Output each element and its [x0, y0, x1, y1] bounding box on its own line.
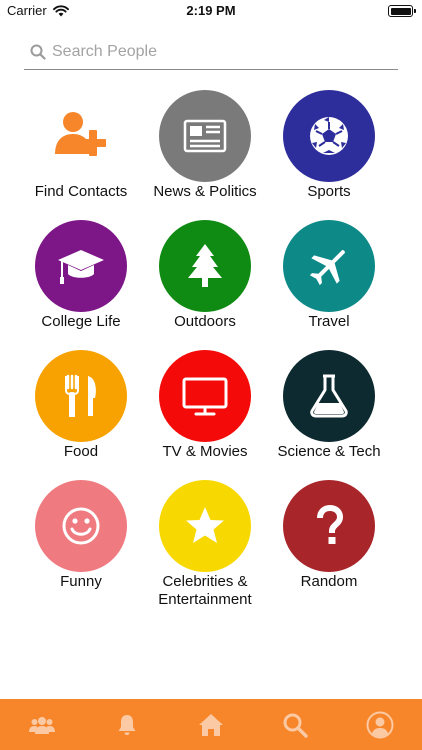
people-icon — [29, 716, 56, 734]
category-news-politics[interactable]: News & Politics — [143, 90, 267, 220]
category-label: News & Politics — [153, 183, 257, 200]
category-sports[interactable]: Sports — [267, 90, 391, 220]
smiley-icon — [35, 480, 127, 572]
category-label: Find Contacts — [34, 183, 128, 200]
pine-tree-icon — [159, 220, 251, 312]
airplane-icon — [283, 220, 375, 312]
tv-icon — [159, 350, 251, 442]
category-label: Travel — [308, 313, 350, 330]
category-tv-movies[interactable]: TV & Movies — [143, 350, 267, 480]
category-label: Funny — [60, 573, 102, 590]
category-funny[interactable]: Funny — [19, 480, 143, 610]
category-label: Outdoors — [174, 313, 236, 330]
tab-people[interactable] — [12, 699, 72, 750]
home-icon — [198, 713, 223, 736]
profile-icon — [366, 711, 394, 738]
category-label: Science & Tech — [277, 443, 381, 460]
category-label: Sports — [307, 183, 351, 200]
soccer-ball-icon — [283, 90, 375, 182]
graduation-cap-icon — [35, 220, 127, 312]
category-travel[interactable]: Travel — [267, 220, 391, 350]
search-icon — [30, 44, 46, 60]
category-label: Random — [300, 573, 358, 590]
tab-bar — [0, 699, 422, 750]
star-icon — [159, 480, 251, 572]
add-contact-icon — [35, 90, 127, 182]
tab-notifications[interactable] — [97, 699, 157, 750]
category-label: Food — [63, 443, 99, 460]
category-label: TV & Movies — [162, 443, 248, 460]
category-outdoors[interactable]: Outdoors — [143, 220, 267, 350]
category-find-contacts[interactable]: Find Contacts — [19, 90, 143, 220]
battery-icon — [388, 5, 416, 17]
category-random[interactable]: Random — [267, 480, 391, 610]
category-food[interactable]: Food — [19, 350, 143, 480]
tab-home[interactable] — [181, 699, 241, 750]
flask-icon — [283, 350, 375, 442]
clock: 2:19 PM — [186, 3, 236, 18]
bell-icon — [118, 714, 136, 735]
search-input[interactable] — [52, 42, 372, 61]
category-grid: Find Contacts News & Politics Sports Col… — [19, 90, 403, 610]
tab-profile[interactable] — [350, 699, 410, 750]
tab-search[interactable] — [265, 699, 325, 750]
status-bar: Carrier 2:19 PM — [0, 0, 422, 22]
category-celebrities[interactable]: Celebrities & Entertainment — [143, 480, 267, 610]
category-label: Celebrities & Entertainment — [158, 573, 252, 608]
fork-knife-icon — [35, 350, 127, 442]
search-bar[interactable] — [24, 34, 398, 70]
question-icon — [283, 480, 375, 572]
category-science-tech[interactable]: Science & Tech — [267, 350, 391, 480]
category-label: College Life — [41, 313, 121, 330]
newspaper-icon — [159, 90, 251, 182]
category-college-life[interactable]: College Life — [19, 220, 143, 350]
search-icon — [283, 713, 309, 738]
